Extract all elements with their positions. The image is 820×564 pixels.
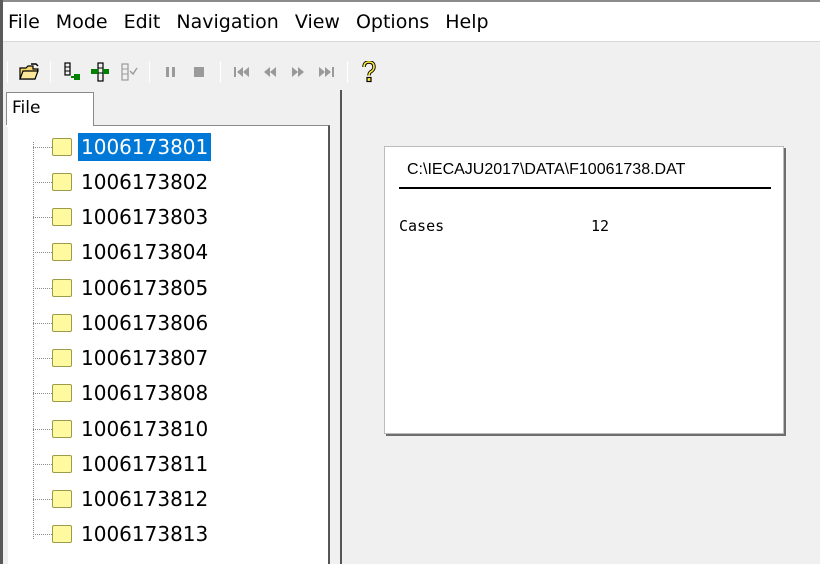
file-tree-pane: File 1006173801 1006173802 1006173803 10… bbox=[3, 90, 333, 564]
add-node-icon[interactable] bbox=[61, 60, 83, 84]
menu-mode[interactable]: Mode bbox=[48, 2, 116, 42]
divider bbox=[399, 187, 771, 189]
tree-item[interactable]: 1006173806 bbox=[33, 306, 211, 340]
tree-item[interactable]: 1006173813 bbox=[33, 517, 211, 551]
case-node-icon bbox=[52, 279, 72, 297]
file-info-pane: C:\IECAJU2017\DATA\F10061738.DAT Cases 1… bbox=[342, 90, 820, 564]
case-node-icon bbox=[52, 384, 72, 402]
tree-item[interactable]: 1006173812 bbox=[33, 482, 211, 516]
menu-options[interactable]: Options bbox=[348, 2, 437, 42]
tree-item-label: 1006173805 bbox=[81, 276, 209, 300]
tree-item-label: 1006173801 bbox=[78, 133, 212, 161]
tree-item-label: 1006173810 bbox=[81, 417, 209, 441]
tree-item[interactable]: 1006173804 bbox=[33, 235, 211, 269]
menu-view[interactable]: View bbox=[287, 2, 348, 42]
toolbar-separator bbox=[50, 61, 51, 83]
menu-file[interactable]: File bbox=[3, 2, 48, 42]
case-node-icon bbox=[52, 490, 72, 508]
next-record-icon[interactable] bbox=[287, 60, 309, 84]
menu-bar: File Mode Edit Navigation View Options H… bbox=[3, 2, 820, 42]
case-node-icon bbox=[52, 525, 72, 543]
case-node-icon bbox=[52, 138, 72, 156]
menu-help[interactable]: Help bbox=[437, 2, 496, 42]
tree-item-label: 1006173808 bbox=[81, 381, 209, 405]
open-folder-icon[interactable] bbox=[18, 60, 40, 84]
case-node-icon bbox=[52, 243, 72, 261]
tree-item[interactable]: 1006173807 bbox=[33, 341, 211, 375]
tree-item-label: 1006173811 bbox=[81, 452, 209, 476]
tree-item-label: 1006173804 bbox=[81, 240, 209, 264]
tree-item[interactable]: 1006173802 bbox=[33, 165, 211, 199]
tree-item-label: 1006173802 bbox=[81, 170, 209, 194]
first-record-icon[interactable] bbox=[231, 60, 253, 84]
case-node-icon bbox=[52, 455, 72, 473]
data-file-path: C:\IECAJU2017\DATA\F10061738.DAT bbox=[407, 161, 686, 178]
tree-item[interactable]: 1006173811 bbox=[33, 447, 211, 481]
tree-item-label: 1006173807 bbox=[81, 346, 209, 370]
toolbar-separator bbox=[7, 61, 8, 83]
cases-label: Cases bbox=[399, 217, 445, 235]
case-node-icon bbox=[52, 208, 72, 226]
tree-item[interactable]: 1006173805 bbox=[33, 271, 211, 305]
pause-icon[interactable] bbox=[160, 60, 182, 84]
tree-item[interactable]: 1006173810 bbox=[33, 412, 211, 446]
last-record-icon[interactable] bbox=[315, 60, 337, 84]
previous-record-icon[interactable] bbox=[259, 60, 281, 84]
toolbar-separator bbox=[220, 61, 221, 83]
case-node-icon bbox=[52, 420, 72, 438]
case-node-icon bbox=[52, 173, 72, 191]
edit-disabled-icon[interactable] bbox=[117, 60, 139, 84]
case-node-icon bbox=[52, 314, 72, 332]
cases-count: 12 bbox=[591, 217, 610, 235]
tree-item[interactable]: 1006173808 bbox=[33, 376, 211, 410]
tree-item-label: 1006173803 bbox=[81, 205, 209, 229]
case-node-icon bbox=[52, 349, 72, 367]
tree-item[interactable]: 1006173801 bbox=[33, 130, 212, 164]
toolbar-separator bbox=[347, 61, 348, 83]
toolbar-separator bbox=[149, 61, 150, 83]
menu-navigation[interactable]: Navigation bbox=[168, 2, 286, 42]
insert-node-icon[interactable] bbox=[89, 60, 111, 84]
tree-item-label: 1006173806 bbox=[81, 311, 209, 335]
tree-item-label: 1006173812 bbox=[81, 487, 209, 511]
tree-item[interactable]: 1006173803 bbox=[33, 200, 211, 234]
help-icon[interactable] bbox=[358, 60, 380, 84]
menu-edit[interactable]: Edit bbox=[116, 2, 169, 42]
tree-item-label: 1006173813 bbox=[81, 522, 209, 546]
toolbar bbox=[3, 54, 820, 90]
tab-file[interactable]: File bbox=[6, 92, 94, 126]
file-info-box: C:\IECAJU2017\DATA\F10061738.DAT Cases 1… bbox=[384, 146, 784, 434]
stop-icon[interactable] bbox=[188, 60, 210, 84]
